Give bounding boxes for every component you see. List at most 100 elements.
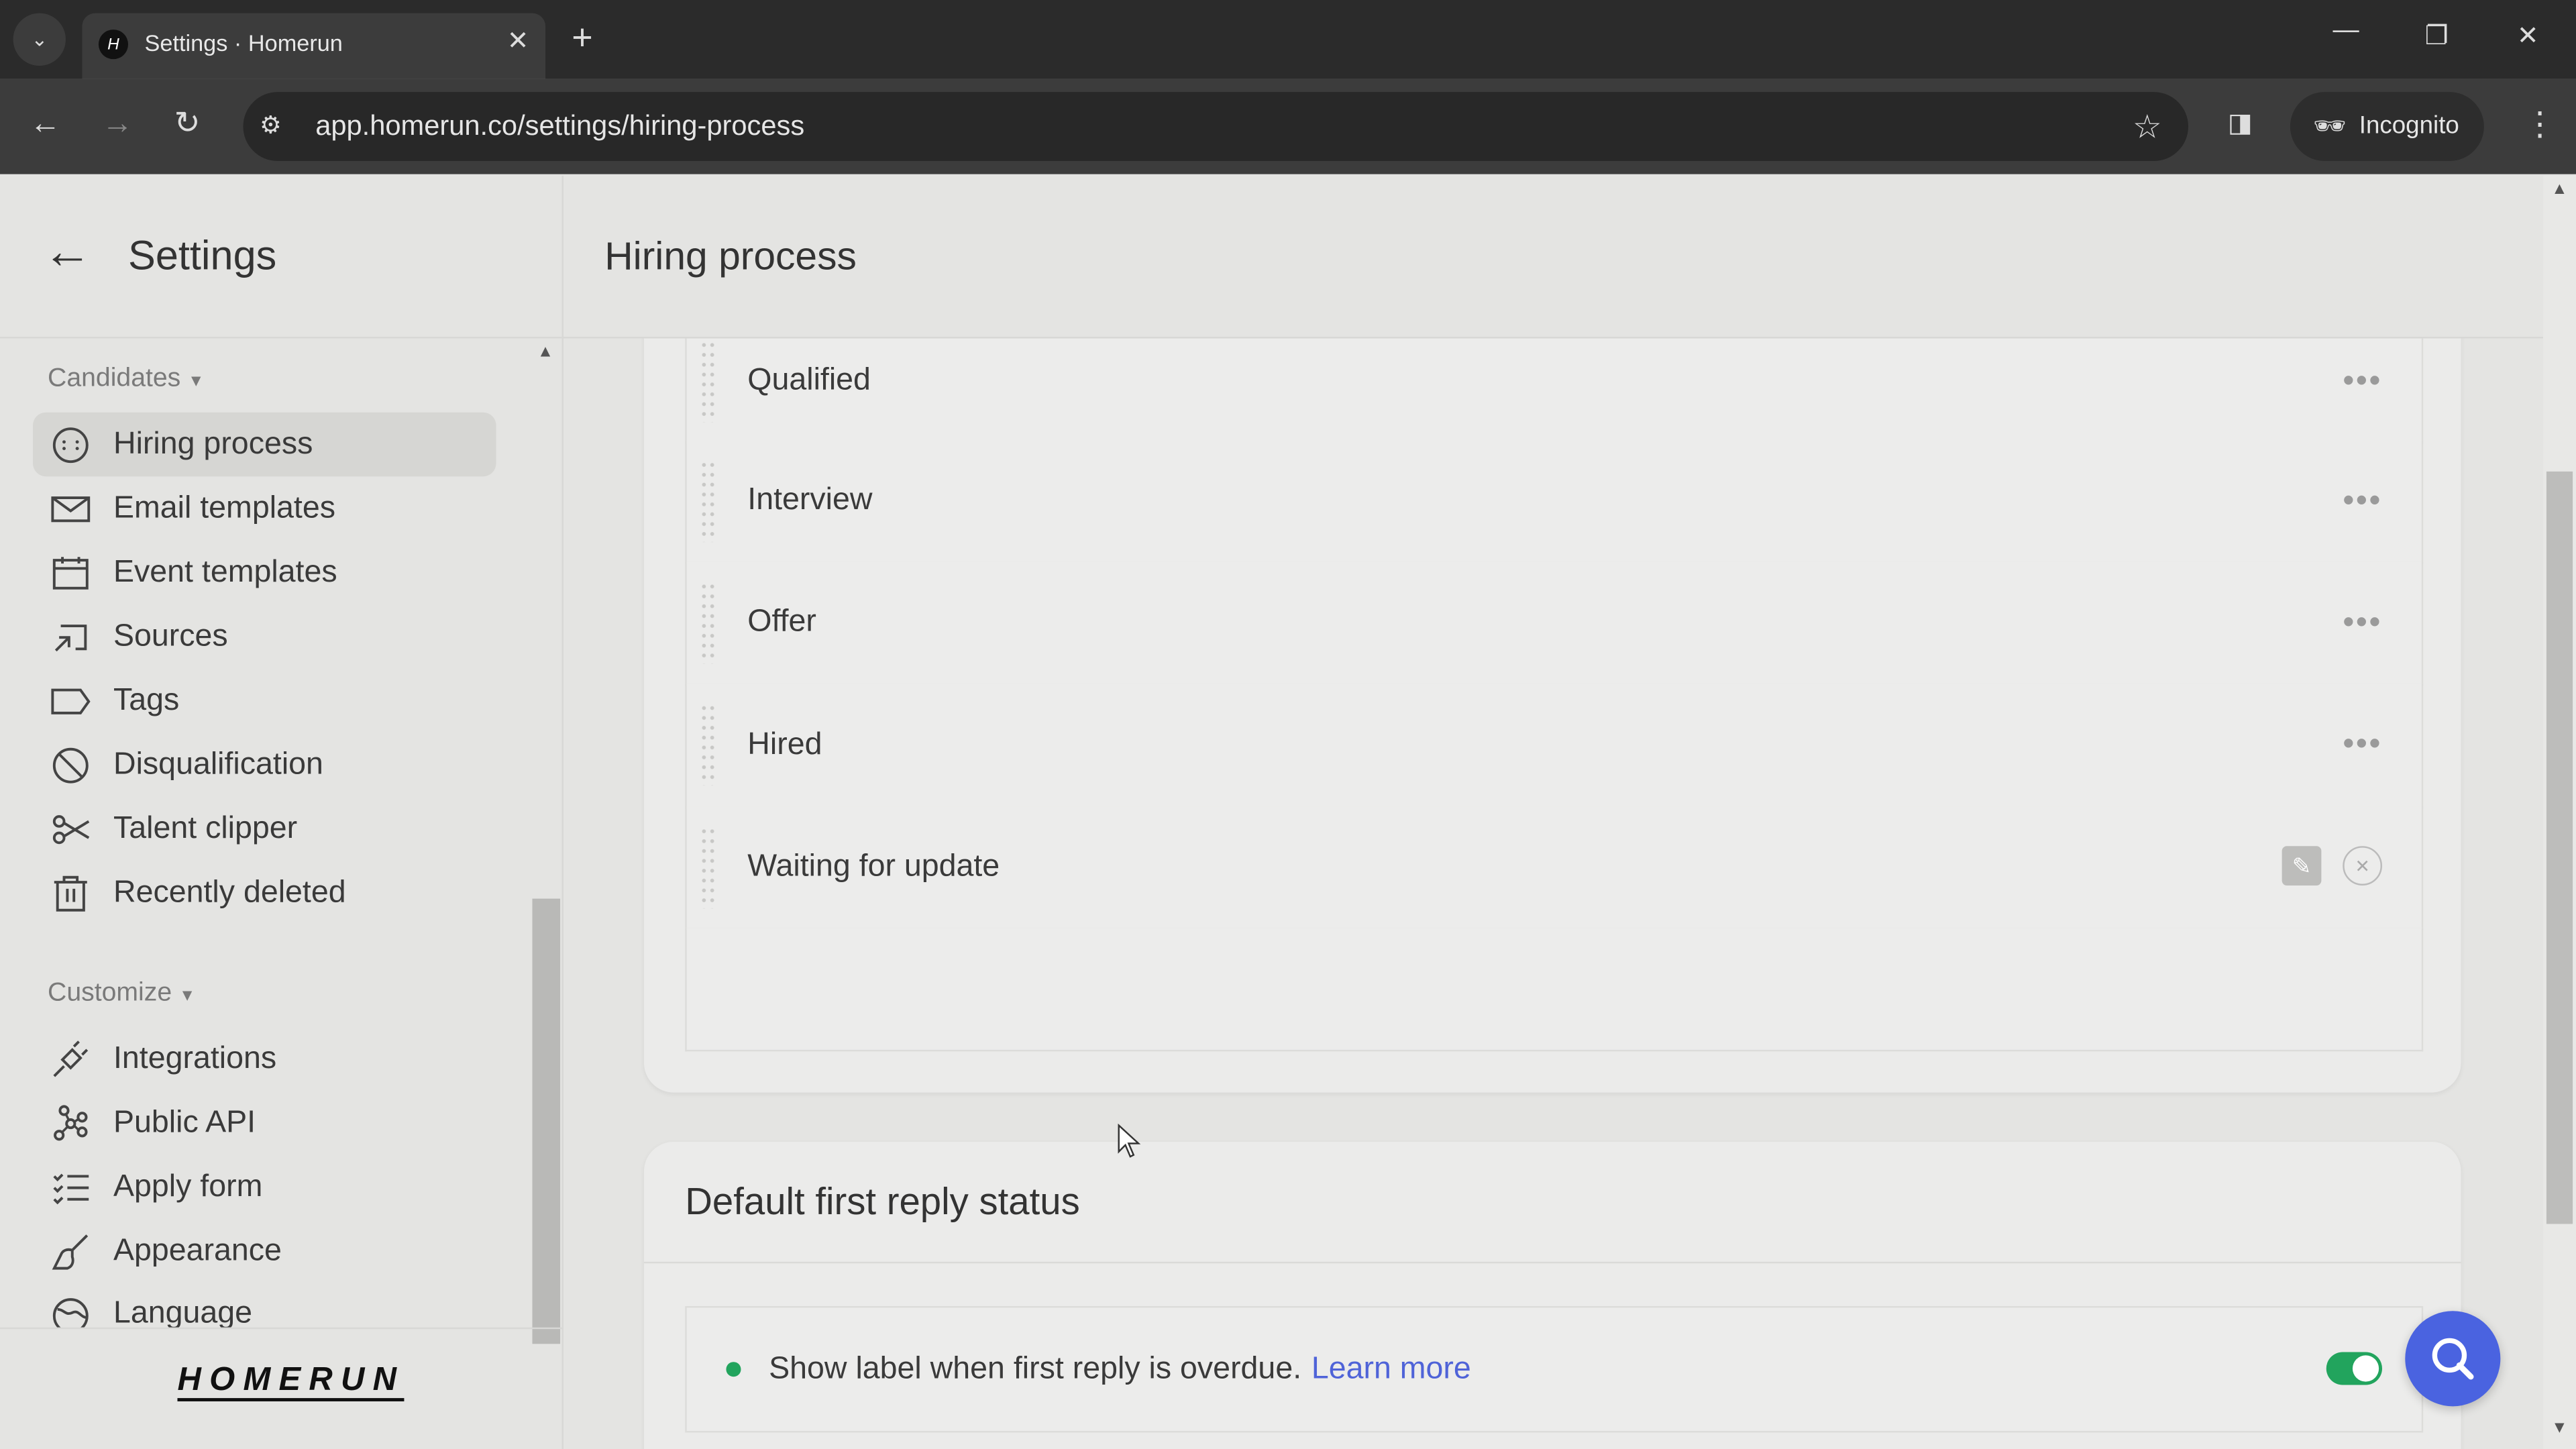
sidebar-item-tags[interactable]: Tags bbox=[33, 669, 496, 733]
item-label: Event templates bbox=[113, 554, 337, 589]
item-label: Integrations bbox=[113, 1040, 277, 1075]
item-label: Apply form bbox=[113, 1169, 263, 1203]
forward-icon[interactable]: → bbox=[102, 107, 133, 143]
reload-icon[interactable]: ↻ bbox=[174, 105, 201, 143]
stage-row[interactable]: Hired ••• bbox=[685, 683, 2424, 808]
sidebar-item-recently-deleted[interactable]: Recently deleted bbox=[33, 861, 496, 925]
restore-icon[interactable]: ❐ bbox=[2425, 19, 2449, 52]
plug-icon bbox=[53, 1040, 89, 1077]
more-options-icon[interactable]: ••• bbox=[2343, 726, 2382, 763]
sources-icon bbox=[54, 623, 87, 651]
sidebar-item-event-templates[interactable]: Event templates bbox=[33, 541, 496, 605]
scroll-up-icon[interactable]: ▲ bbox=[2551, 180, 2567, 199]
drag-handle-icon[interactable] bbox=[700, 339, 716, 423]
sidebar-item-language[interactable]: Language bbox=[33, 1283, 496, 1328]
browser-toolbar: ← → ↻ ⚙ app.homerun.co/settings/hiring-p… bbox=[0, 78, 2576, 174]
tab-title: Settings · Homerun bbox=[144, 30, 343, 56]
new-tab-icon[interactable]: + bbox=[572, 16, 592, 59]
stage-row[interactable]: Waiting for update ✎ ✕ bbox=[685, 806, 2424, 930]
page-scroll-thumb[interactable] bbox=[2546, 471, 2573, 1224]
sidebar-item-integrations[interactable]: Integrations bbox=[33, 1027, 496, 1091]
ban-icon bbox=[52, 747, 89, 783]
item-label: Tags bbox=[113, 682, 180, 717]
calendar-icon bbox=[52, 555, 89, 589]
section-candidates[interactable]: Candidates ▼ bbox=[48, 365, 204, 394]
item-label: Recently deleted bbox=[113, 875, 346, 910]
scissors-icon bbox=[52, 814, 90, 844]
globe-icon bbox=[52, 1298, 89, 1328]
minimize-icon[interactable]: — bbox=[2333, 16, 2359, 46]
drag-handle-icon[interactable] bbox=[700, 460, 716, 543]
scroll-up-icon[interactable]: ▲ bbox=[537, 343, 553, 362]
sidebar-item-sources[interactable]: Sources bbox=[33, 604, 496, 669]
tab-search-button[interactable]: ⌄ bbox=[13, 13, 66, 66]
page-scrollbar[interactable]: ▲ ▼ bbox=[2543, 176, 2576, 1449]
close-window-icon[interactable]: ✕ bbox=[2517, 19, 2539, 52]
api-icon bbox=[54, 1104, 88, 1140]
browser-menu-icon[interactable]: ⋮ bbox=[2524, 103, 2557, 144]
item-label: Disqualification bbox=[113, 747, 323, 782]
page-title: Hiring process bbox=[604, 235, 857, 280]
stage-name: Qualified bbox=[747, 363, 871, 398]
sidebar-footer: HOMERUN bbox=[0, 1327, 562, 1449]
sidebar-header: ← Settings bbox=[0, 176, 562, 339]
first-reply-row: Show label when first reply is overdue. … bbox=[685, 1305, 2424, 1433]
stage-row[interactable]: Qualified ••• bbox=[685, 338, 2424, 444]
mouse-cursor-icon bbox=[1118, 1124, 1141, 1158]
site-info-icon[interactable]: ⚙ bbox=[260, 110, 282, 140]
drag-handle-icon[interactable] bbox=[700, 581, 716, 664]
help-search-button[interactable] bbox=[2405, 1311, 2501, 1407]
sidebar-item-apply-form[interactable]: Apply form bbox=[33, 1155, 496, 1220]
remove-circle-icon[interactable]: ✕ bbox=[2343, 846, 2383, 886]
sidebar-item-hiring-process[interactable]: Hiring process bbox=[32, 412, 496, 477]
overdue-toggle[interactable] bbox=[2326, 1352, 2383, 1385]
item-label: Email templates bbox=[113, 490, 336, 525]
section-customize[interactable]: Customize ▼ bbox=[48, 979, 195, 1009]
more-options-icon[interactable]: ••• bbox=[2343, 604, 2382, 641]
close-tab-icon[interactable]: ✕ bbox=[507, 25, 529, 58]
stage-row[interactable]: Offer ••• bbox=[685, 561, 2424, 686]
sidebar-item-talent-clipper[interactable]: Talent clipper bbox=[33, 797, 496, 861]
drag-handle-icon[interactable] bbox=[700, 826, 716, 909]
side-panel-icon[interactable]: ◨ bbox=[2228, 107, 2253, 140]
sidebar-item-email-templates[interactable]: Email templates bbox=[33, 476, 496, 541]
browser-tab[interactable]: H Settings · Homerun ✕ bbox=[82, 13, 546, 79]
stage-name: Interview bbox=[747, 483, 873, 518]
back-icon[interactable]: ← bbox=[30, 107, 61, 143]
divider bbox=[644, 1261, 2461, 1264]
sidebar-item-public-api[interactable]: Public API bbox=[33, 1091, 496, 1155]
item-label: Hiring process bbox=[113, 426, 313, 461]
stage-name: Waiting for update bbox=[747, 849, 1000, 884]
sidebar-item-disqualification[interactable]: Disqualification bbox=[33, 733, 496, 797]
browser-tab-bar: ⌄ H Settings · Homerun ✕ + — ❐ ✕ bbox=[0, 0, 2576, 79]
tag-icon bbox=[51, 688, 91, 714]
stage-row[interactable]: Interview ••• bbox=[685, 440, 2424, 564]
profile-label: Incognito bbox=[2359, 111, 2459, 140]
section-label: Candidates bbox=[48, 364, 181, 393]
sidebar-scroll-thumb[interactable] bbox=[532, 898, 561, 1344]
homerun-favicon-icon: H bbox=[98, 30, 129, 60]
empty-stage-slot bbox=[685, 928, 2424, 1052]
sidebar-scrollbar[interactable]: ▲ ▼ bbox=[532, 340, 561, 1344]
sidebar-item-appearance[interactable]: Appearance bbox=[33, 1219, 496, 1283]
brush-icon bbox=[52, 1234, 89, 1269]
homerun-logo: HOMERUN bbox=[177, 1362, 405, 1401]
address-bar[interactable]: ⚙ app.homerun.co/settings/hiring-process… bbox=[243, 92, 2189, 162]
drag-handle-icon[interactable] bbox=[700, 703, 716, 786]
main-header: Hiring process bbox=[564, 176, 2544, 339]
incognito-icon: 🕶 bbox=[2313, 113, 2347, 142]
scroll-down-icon[interactable]: ▼ bbox=[2551, 1419, 2567, 1438]
incognito-badge[interactable]: 🕶 Incognito bbox=[2290, 92, 2484, 162]
bookmark-star-icon[interactable]: ☆ bbox=[2133, 107, 2162, 148]
edit-pencil-icon[interactable]: ✎ bbox=[2282, 846, 2322, 886]
settings-sidebar: ← Settings Candidates ▼ Hiring process E… bbox=[0, 176, 564, 1449]
section-label: Customize bbox=[48, 979, 172, 1008]
checklist-icon bbox=[53, 1173, 89, 1204]
more-options-icon[interactable]: ••• bbox=[2343, 362, 2382, 400]
learn-more-link[interactable]: Learn more bbox=[1311, 1351, 1471, 1387]
more-options-icon[interactable]: ••• bbox=[2343, 482, 2382, 520]
back-arrow-icon[interactable]: ← bbox=[43, 225, 92, 281]
status-dot-icon bbox=[726, 1362, 741, 1377]
hiring-process-icon bbox=[52, 427, 89, 462]
item-label: Appearance bbox=[113, 1232, 282, 1268]
